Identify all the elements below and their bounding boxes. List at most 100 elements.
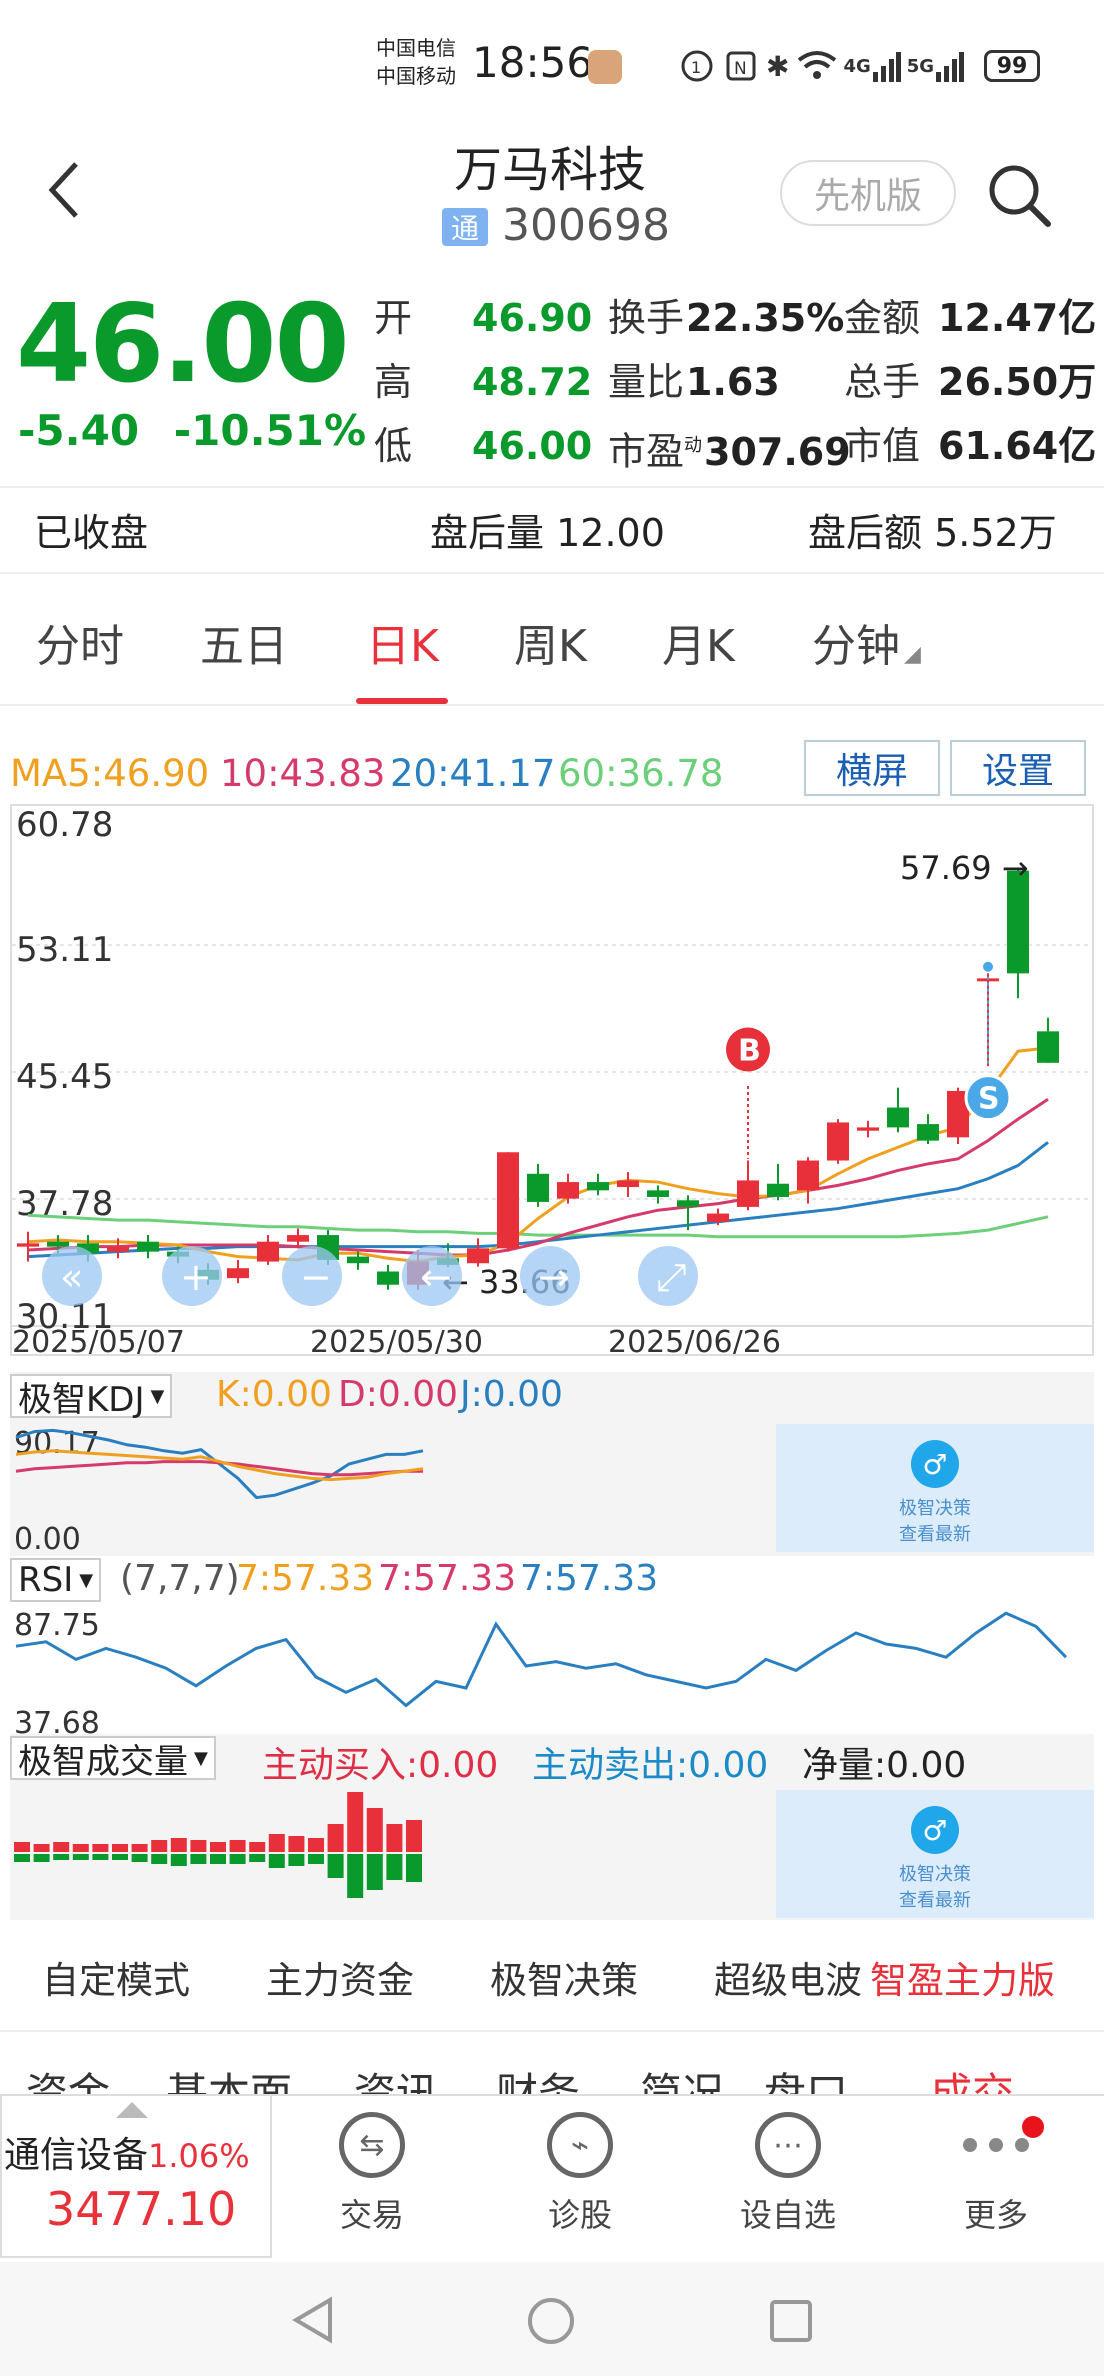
decision-promo-2[interactable]: ♂ 极智决策 查看最新 — [776, 1790, 1094, 1918]
mode-custom[interactable]: 自定模式 — [42, 1950, 190, 2004]
scroll-left-icon[interactable]: ← — [402, 1246, 462, 1306]
ma20-value: 20:41.17 — [390, 752, 556, 795]
volume-down-bar — [14, 1854, 30, 1862]
quote-cell: 总手 26.50万 — [844, 360, 1097, 404]
tab-five-day[interactable]: 五日 — [200, 610, 288, 674]
nav-recents-icon[interactable] — [768, 2298, 814, 2344]
fullscreen-icon[interactable]: ⤢ — [638, 1246, 698, 1306]
kdj-k: K:0.00 — [216, 1374, 332, 1415]
ma5-value: MA5:46.90 — [10, 752, 210, 795]
version-button[interactable]: 先机版 — [780, 160, 956, 226]
volume-up-bar — [190, 1840, 207, 1852]
tab-weekly-k[interactable]: 周K — [514, 610, 587, 674]
volume-down-bar — [308, 1854, 324, 1864]
current-price: 46.00 — [16, 282, 350, 407]
tab-intraday[interactable]: 分时 — [36, 610, 124, 674]
signal-icon-2 — [936, 52, 965, 82]
settings-button[interactable]: 设置 — [950, 740, 1086, 796]
volume-up-bar — [112, 1844, 128, 1852]
rsi-2: 7:57.33 — [378, 1558, 517, 1599]
candle-body — [767, 1183, 789, 1197]
tab-profile[interactable]: 简况 — [640, 2060, 724, 2094]
nav-back-icon[interactable] — [290, 2296, 334, 2344]
tab-fundamentals[interactable]: 基本面 — [166, 2060, 292, 2094]
svg-text:+: + — [180, 1255, 212, 1299]
svg-text:1: 1 — [691, 58, 701, 77]
left-double-icon[interactable]: « — [42, 1246, 102, 1306]
tab-orderbook[interactable]: 盘口 — [764, 2060, 848, 2094]
quote-cell: 高 48.72 — [374, 360, 593, 404]
volume-selector[interactable]: 极智成交量 ▼ — [10, 1736, 216, 1782]
battery-icon: 99 — [984, 50, 1040, 82]
nav-watchlist[interactable]: ⋯ 设自选 — [688, 2094, 888, 2258]
volume-up-bar — [366, 1808, 383, 1852]
volume-down-bar — [170, 1854, 187, 1866]
volume-up-bar — [229, 1840, 246, 1852]
decision-promo[interactable]: ♂ 极智决策 查看最新 — [776, 1424, 1094, 1552]
volume-down-bar — [53, 1854, 70, 1860]
candle-body — [677, 1200, 699, 1207]
mode-decision[interactable]: 极智决策 — [490, 1950, 638, 2004]
rsi-selector[interactable]: RSI ▼ — [10, 1558, 102, 1602]
tab-news[interactable]: 资讯 — [354, 2060, 438, 2094]
sector-index[interactable]: 通信设备1.06% 3477.10 — [0, 2094, 272, 2258]
period-tabs: 分时 五日 日K 周K 月K 分钟 ◢ — [0, 580, 1104, 700]
candle-body — [827, 1122, 849, 1161]
scroll-right-icon[interactable]: → — [520, 1246, 580, 1306]
tab-funds[interactable]: 资金 — [26, 2060, 110, 2094]
candle-body — [917, 1124, 939, 1141]
rsi-polyline — [15, 1611, 1068, 1708]
nav-trade[interactable]: ⇆ 交易 — [272, 2094, 472, 2258]
zoom-out-icon[interactable]: − — [282, 1246, 342, 1306]
quote-cell: 市值 61.64亿 — [844, 424, 1097, 468]
kdj-selector[interactable]: 极智KDJ ▼ — [10, 1374, 173, 1420]
volume-down-bar — [288, 1854, 305, 1866]
active-sell: 主动卖出:0.00 — [532, 1745, 769, 1786]
candle-body — [707, 1213, 729, 1222]
kdj-j: J:0.00 — [460, 1374, 563, 1415]
price-change: -5.40 -10.51% — [18, 406, 366, 455]
kdj-lines — [15, 1428, 424, 1500]
volume-up-bar — [53, 1842, 70, 1852]
mode-main-funds[interactable]: 主力资金 — [266, 1950, 414, 2004]
tab-daily-k[interactable]: 日K — [366, 610, 439, 674]
quote-cell: 量比1.63 — [608, 360, 780, 404]
candle-body — [1037, 1031, 1059, 1063]
dropdown-triangle-icon: ◢ — [904, 642, 921, 667]
volume-down-bar — [386, 1854, 403, 1880]
nav-diagnose[interactable]: ⌁ 诊股 — [480, 2094, 680, 2258]
kline-chart[interactable]: 60.78 53.11 45.45 37.78 30.11 57.69 → ← 33.66 B… — [10, 804, 1094, 1360]
nav-home-icon[interactable] — [526, 2296, 576, 2346]
tab-minute[interactable]: 分钟 ◢ — [812, 610, 921, 674]
mode-super-wave[interactable]: 超级电波 — [714, 1950, 862, 2004]
tab-finance[interactable]: 财务 — [496, 2060, 580, 2094]
carrier-label: 中国电信 中国移动 — [376, 36, 456, 88]
candle-body — [17, 1243, 39, 1247]
dropdown-icon: ▼ — [150, 1385, 165, 1407]
kdj-d: D:0.00 — [338, 1374, 459, 1415]
volume-up-bar — [170, 1838, 187, 1852]
tab-trades[interactable]: 成交 — [930, 2060, 1014, 2094]
zoom-in-icon[interactable]: + — [162, 1246, 222, 1306]
candle-body — [527, 1173, 549, 1202]
landscape-button[interactable]: 横屏 — [804, 740, 940, 796]
tab-monthly-k[interactable]: 月K — [662, 610, 735, 674]
change-amount: -5.40 — [18, 406, 140, 455]
volume-up-bar — [327, 1824, 344, 1852]
back-arrow-icon[interactable] — [44, 160, 84, 220]
bluetooth-icon: ✱ — [766, 49, 790, 83]
volume-down-bar — [327, 1854, 344, 1878]
search-icon[interactable] — [984, 160, 1054, 230]
volume-down-bar — [92, 1854, 109, 1860]
mode-premium[interactable]: 智盈主力版 — [870, 1950, 1055, 2004]
volume-up-bar — [406, 1820, 422, 1852]
stock-code: 300698 — [502, 200, 670, 251]
volume-up-bar — [268, 1834, 285, 1852]
rsi-params: (7,7,7) — [120, 1558, 240, 1599]
candle-body — [47, 1241, 69, 1247]
svg-text:⤢: ⤢ — [656, 1255, 686, 1299]
system-nav-bar — [0, 2262, 1104, 2376]
lower-tabs: 资金 基本面 资讯 财务 简况 盘口 成交 — [0, 2040, 1104, 2094]
nav-more[interactable]: 更多 — [896, 2094, 1096, 2258]
ma10-value: 10:43.83 — [220, 752, 386, 795]
